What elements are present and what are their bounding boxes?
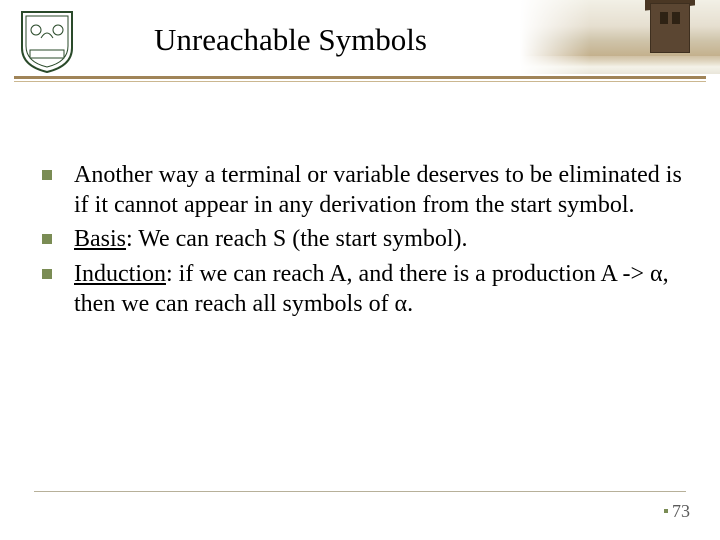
- page-number-value: 73: [672, 501, 690, 521]
- bullet-text: Another way a terminal or variable deser…: [74, 162, 682, 218]
- page-number-bullet-icon: [664, 509, 668, 513]
- university-logo: [18, 8, 76, 74]
- page-number: 73: [664, 501, 690, 522]
- bullet-icon: [42, 269, 52, 279]
- header-rule-thin: [14, 81, 706, 82]
- bullet-text: : We can reach S (the start symbol).: [126, 226, 468, 252]
- bullet-icon: [42, 234, 52, 244]
- header-photo: [520, 0, 720, 74]
- slide-header: Unreachable Symbols: [0, 0, 720, 88]
- list-item: Induction: if we can reach A, and there …: [36, 259, 684, 319]
- header-rule: [14, 76, 706, 79]
- slide-title: Unreachable Symbols: [154, 22, 427, 58]
- bullet-list: Another way a terminal or variable deser…: [36, 160, 684, 319]
- list-item: Another way a terminal or variable deser…: [36, 160, 684, 220]
- footer-rule: [34, 491, 686, 492]
- bullet-underlined: Basis: [74, 226, 126, 252]
- list-item: Basis: We can reach S (the start symbol)…: [36, 224, 684, 254]
- bullet-underlined: Induction: [74, 261, 166, 287]
- bullet-icon: [42, 170, 52, 180]
- slide-body: Another way a terminal or variable deser…: [36, 160, 684, 323]
